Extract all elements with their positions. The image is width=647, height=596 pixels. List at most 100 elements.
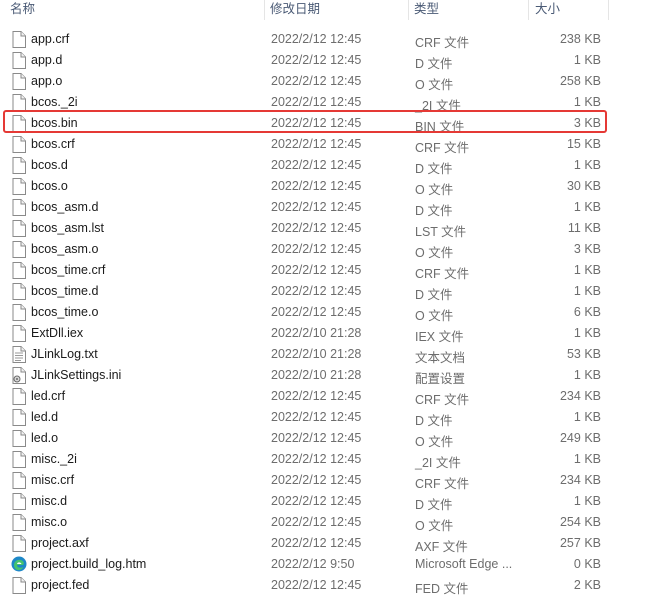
file-date-modified: 2022/2/10 21:28: [271, 347, 362, 361]
file-row[interactable]: JLinkLog.txt 2022/2/10 21:28 文本文档 53 KB: [0, 344, 647, 365]
file-size: 15 KB: [566, 137, 601, 151]
column-header-date[interactable]: 修改日期: [267, 1, 407, 20]
file-row[interactable]: bcos.crf 2022/2/12 12:45 CRF 文件 15 KB: [0, 134, 647, 155]
column-divider[interactable]: [264, 0, 265, 20]
file-size: 2 KB: [573, 578, 601, 592]
file-name: app.o: [31, 74, 63, 88]
file-date-modified: 2022/2/12 12:45: [271, 32, 362, 46]
file-row[interactable]: ExtDll.iex 2022/2/10 21:28 IEX 文件 1 KB: [0, 323, 647, 344]
file-name: misc._2i: [31, 452, 77, 466]
edge-icon: [11, 556, 27, 573]
column-header-name[interactable]: 名称: [7, 1, 262, 20]
file-name: bcos_time.o: [31, 305, 99, 319]
file-date-modified: 2022/2/12 12:45: [271, 263, 362, 277]
file-icon: [12, 409, 26, 426]
file-type: D 文件: [415, 414, 453, 428]
file-size: 1 KB: [573, 284, 601, 298]
column-divider[interactable]: [408, 0, 409, 20]
file-date-modified: 2022/2/12 12:45: [271, 494, 362, 508]
file-type: FED 文件: [415, 582, 469, 596]
file-type: AXF 文件: [415, 540, 468, 554]
file-date-modified: 2022/2/12 12:45: [271, 200, 362, 214]
file-row[interactable]: JLinkSettings.ini 2022/2/10 21:28 配置设置 1 KB: [0, 365, 647, 386]
file-row[interactable]: bcos.d 2022/2/12 12:45 D 文件 1 KB: [0, 155, 647, 176]
file-row[interactable]: led.o 2022/2/12 12:45 O 文件 249 KB: [0, 428, 647, 449]
file-row[interactable]: bcos_time.o 2022/2/12 12:45 O 文件 6 KB: [0, 302, 647, 323]
file-row[interactable]: app.d 2022/2/12 12:45 D 文件 1 KB: [0, 50, 647, 71]
file-size: 3 KB: [573, 242, 601, 256]
file-name: project.fed: [31, 578, 90, 592]
file-icon: [12, 535, 26, 552]
file-size: 1 KB: [573, 95, 601, 109]
file-type: IEX 文件: [415, 330, 464, 344]
file-size: 249 KB: [559, 431, 601, 445]
file-name: bcos_time.crf: [31, 263, 106, 277]
file-name: bcos.d: [31, 158, 68, 172]
file-row[interactable]: misc.d 2022/2/12 12:45 D 文件 1 KB: [0, 491, 647, 512]
file-icon: [12, 472, 26, 489]
file-type: O 文件: [415, 183, 454, 197]
file-icon: [12, 451, 26, 468]
file-size: 1 KB: [573, 53, 601, 67]
file-row[interactable]: bcos_asm.lst 2022/2/12 12:45 LST 文件 11 KB: [0, 218, 647, 239]
file-icon: [12, 136, 26, 153]
file-name: bcos_asm.o: [31, 242, 99, 256]
file-size: 1 KB: [573, 410, 601, 424]
file-type: 文本文档: [415, 351, 466, 365]
file-row[interactable]: bcos_time.crf 2022/2/12 12:45 CRF 文件 1 KB: [0, 260, 647, 281]
column-header-type[interactable]: 类型: [411, 1, 526, 20]
file-icon: [12, 220, 26, 237]
file-date-modified: 2022/2/12 12:45: [271, 74, 362, 88]
file-size: 1 KB: [573, 452, 601, 466]
file-name: misc.d: [31, 494, 68, 508]
column-header-size[interactable]: 大小: [532, 1, 607, 20]
file-icon: [12, 262, 26, 279]
file-date-modified: 2022/2/12 12:45: [271, 452, 362, 466]
file-name: bcos.bin: [31, 116, 78, 130]
file-row[interactable]: led.d 2022/2/12 12:45 D 文件 1 KB: [0, 407, 647, 428]
file-name: misc.o: [31, 515, 68, 529]
file-size: 11 KB: [567, 221, 601, 235]
file-row[interactable]: bcos_asm.o 2022/2/12 12:45 O 文件 3 KB: [0, 239, 647, 260]
file-icon: [12, 157, 26, 174]
file-size: 1 KB: [573, 326, 601, 340]
file-icon: [12, 178, 26, 195]
file-row[interactable]: project.axf 2022/2/12 12:45 AXF 文件 257 KB: [0, 533, 647, 554]
file-date-modified: 2022/2/12 12:45: [271, 221, 362, 235]
file-date-modified: 2022/2/12 12:45: [271, 179, 362, 193]
file-row[interactable]: app.crf 2022/2/12 12:45 CRF 文件 238 KB: [0, 29, 647, 50]
file-row[interactable]: led.crf 2022/2/12 12:45 CRF 文件 234 KB: [0, 386, 647, 407]
file-row[interactable]: project.fed 2022/2/12 12:45 FED 文件 2 KB: [0, 575, 647, 596]
file-row[interactable]: bcos_time.d 2022/2/12 12:45 D 文件 1 KB: [0, 281, 647, 302]
file-row[interactable]: bcos.o 2022/2/12 12:45 O 文件 30 KB: [0, 176, 647, 197]
file-row[interactable]: bcos._2i 2022/2/12 12:45 _2I 文件 1 KB: [0, 92, 647, 113]
file-name: bcos_time.d: [31, 284, 99, 298]
file-date-modified: 2022/2/12 12:45: [271, 242, 362, 256]
column-divider[interactable]: [528, 0, 529, 20]
file-size: 1 KB: [573, 200, 601, 214]
column-divider[interactable]: [608, 0, 609, 20]
file-icon: [12, 115, 26, 132]
file-type: D 文件: [415, 57, 453, 71]
file-row[interactable]: project.build_log.htm 2022/2/12 9:50 Micro…: [0, 554, 647, 575]
file-row[interactable]: misc._2i 2022/2/12 12:45 _2I 文件 1 KB: [0, 449, 647, 470]
file-row[interactable]: misc.crf 2022/2/12 12:45 CRF 文件 234 KB: [0, 470, 647, 491]
file-icon: [12, 283, 26, 300]
file-size: 53 KB: [566, 347, 601, 361]
file-type: CRF 文件: [415, 36, 470, 50]
file-date-modified: 2022/2/12 12:45: [271, 305, 362, 319]
file-type: O 文件: [415, 435, 454, 449]
file-name: app.crf: [31, 32, 70, 46]
file-list: app.crf 2022/2/12 12:45 CRF 文件 238 KB app.d 2…: [0, 29, 647, 596]
file-name: bcos_asm.lst: [31, 221, 104, 235]
file-row[interactable]: bcos_asm.d 2022/2/12 12:45 D 文件 1 KB: [0, 197, 647, 218]
file-name: misc.crf: [31, 473, 75, 487]
file-name: led.o: [31, 431, 59, 445]
file-size: 30 KB: [566, 179, 601, 193]
file-size: 258 KB: [559, 74, 601, 88]
file-row[interactable]: misc.o 2022/2/12 12:45 O 文件 254 KB: [0, 512, 647, 533]
file-row[interactable]: app.o 2022/2/12 12:45 O 文件 258 KB: [0, 71, 647, 92]
file-row[interactable]: bcos.bin 2022/2/12 12:45 BIN 文件 3 KB: [0, 113, 647, 134]
file-date-modified: 2022/2/12 12:45: [271, 473, 362, 487]
file-date-modified: 2022/2/10 21:28: [271, 326, 362, 340]
